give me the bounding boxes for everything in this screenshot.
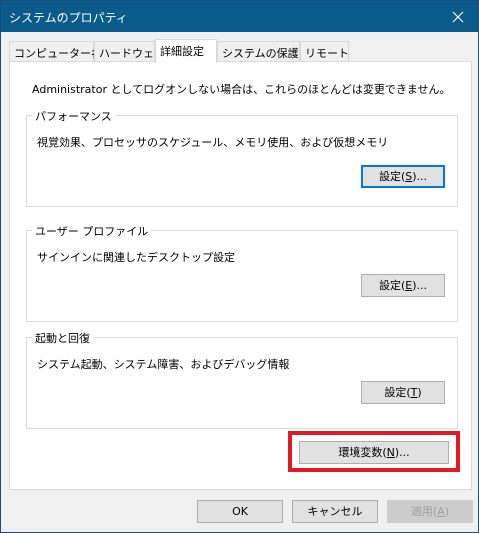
tab-hardware[interactable]: ハードウェア — [94, 41, 165, 61]
startup-recovery-group: 起動と回復 システム起動、システム障害、およびデバッグ情報 設定(T) — [26, 330, 458, 429]
user-profile-settings-button[interactable]: 設定(E)... — [361, 274, 445, 297]
advanced-tab-panel: Administrator としてログオンしない場合は、これらのほとんどは変更で… — [9, 61, 472, 490]
close-icon — [452, 11, 464, 22]
admin-note: Administrator としてログオンしない場合は、これらのほとんどは変更で… — [32, 83, 451, 96]
close-button[interactable] — [438, 1, 478, 32]
tab-computer-name[interactable]: コンピューター名 — [9, 41, 102, 61]
window-title: システムのプロパティ — [9, 11, 128, 25]
cancel-button[interactable]: キャンセル — [292, 500, 378, 523]
performance-settings-button[interactable]: 設定(S)... — [361, 165, 445, 188]
performance-group: パフォーマンス 視覚効果、プロセッサのスケジュール、メモリ使用、および仮想メモリ… — [26, 108, 458, 207]
tab-remote[interactable]: リモート — [300, 41, 349, 61]
system-properties-window: システムのプロパティ コンピューター名 ハードウェア 詳細設定 システムの保護 … — [0, 0, 479, 533]
environment-variables-highlight — [288, 431, 460, 472]
user-profile-description: サインインに関連したデスクトップ設定 — [37, 251, 235, 264]
performance-title: パフォーマンス — [32, 108, 115, 124]
title-bar[interactable]: システムのプロパティ — [1, 1, 478, 32]
user-profile-title: ユーザー プロファイル — [32, 223, 152, 239]
startup-recovery-title: 起動と回復 — [32, 330, 93, 346]
tab-system-protection[interactable]: システムの保護 — [217, 41, 300, 61]
tab-advanced[interactable]: 詳細設定 — [155, 39, 217, 63]
user-profile-group: ユーザー プロファイル サインインに関連したデスクトップ設定 設定(E)... — [26, 223, 458, 322]
performance-description: 視覚効果、プロセッサのスケジュール、メモリ使用、および仮想メモリ — [37, 136, 389, 149]
apply-button[interactable]: 適用(A) — [387, 500, 473, 523]
ok-button[interactable]: OK — [197, 500, 283, 523]
startup-recovery-description: システム起動、システム障害、およびデバッグ情報 — [37, 358, 290, 371]
startup-recovery-settings-button[interactable]: 設定(T) — [361, 381, 445, 404]
